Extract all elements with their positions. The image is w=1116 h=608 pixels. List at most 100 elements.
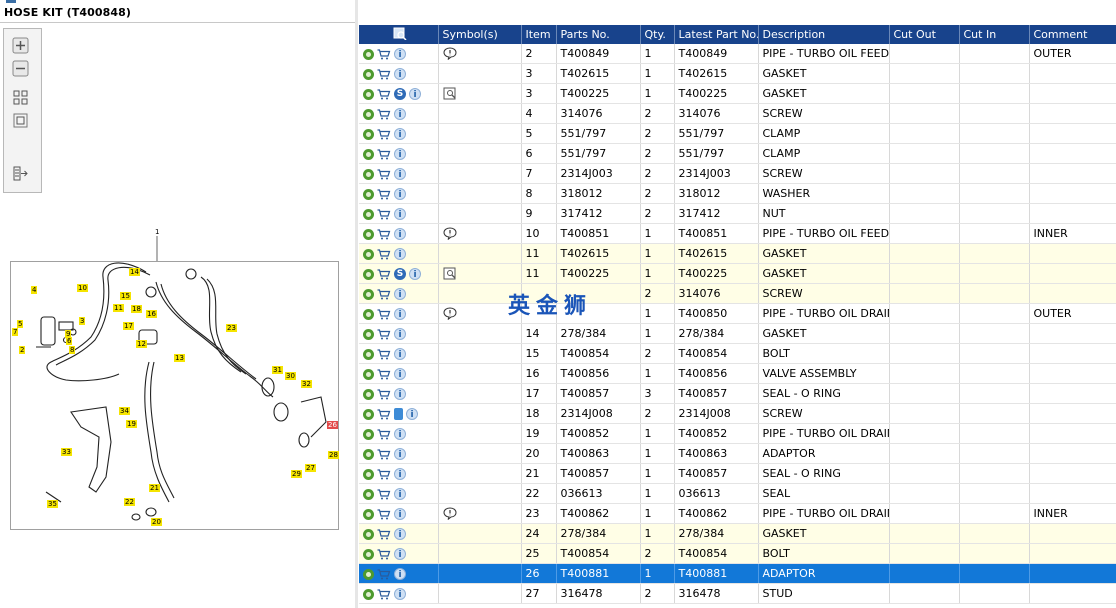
gear-icon[interactable] bbox=[363, 488, 374, 500]
table-row[interactable]: i 2 T400849 1 T400849 PIPE - TURBO OIL FEED OU… bbox=[359, 44, 1116, 64]
info-icon[interactable]: i bbox=[394, 448, 406, 460]
column-header-item[interactable]: Item bbox=[521, 25, 557, 44]
info-icon[interactable]: i bbox=[394, 508, 406, 520]
gear-icon[interactable] bbox=[363, 528, 374, 540]
table-row[interactable]: i 2 314076 SCREW bbox=[359, 283, 1116, 304]
gear-icon[interactable] bbox=[363, 228, 374, 240]
cart-icon[interactable] bbox=[377, 448, 391, 460]
gear-icon[interactable] bbox=[363, 208, 374, 220]
callout-label-selected[interactable]: 26 bbox=[327, 421, 338, 429]
cart-icon[interactable] bbox=[377, 188, 391, 200]
gear-icon[interactable] bbox=[363, 88, 374, 100]
table-row[interactable]: i 23 T400862 1 T400862 PIPE - TURBO OIL DRAIN… bbox=[359, 503, 1116, 524]
table-row[interactable]: i 26 T400881 1 T400881 ADAPTOR bbox=[359, 563, 1116, 584]
cart-icon[interactable] bbox=[377, 588, 391, 600]
gear-icon[interactable] bbox=[363, 468, 374, 480]
gear-icon[interactable] bbox=[363, 328, 374, 340]
info-icon[interactable]: i bbox=[394, 288, 406, 300]
cart-icon[interactable] bbox=[377, 148, 391, 160]
callout-label[interactable]: 3 bbox=[79, 317, 86, 325]
callout-label[interactable]: 14 bbox=[129, 268, 140, 276]
pane-splitter[interactable] bbox=[355, 0, 358, 608]
table-row[interactable]: i 24 278/384 1 278/384 GASKET bbox=[359, 523, 1116, 544]
table-row[interactable]: i 21 T400857 1 T400857 SEAL - O RING bbox=[359, 463, 1116, 484]
table-row[interactable]: i 14 278/384 1 278/384 GASKET bbox=[359, 323, 1116, 344]
callout-label[interactable]: 30 bbox=[285, 372, 296, 380]
gear-icon[interactable] bbox=[363, 128, 374, 140]
info-icon[interactable]: i bbox=[394, 248, 406, 260]
gear-icon[interactable] bbox=[363, 148, 374, 160]
cart-icon[interactable] bbox=[377, 548, 391, 560]
gear-icon[interactable] bbox=[363, 428, 374, 440]
column-header-comment[interactable]: Comment bbox=[1029, 25, 1116, 44]
callout-label[interactable]: 5 bbox=[17, 320, 24, 328]
callout-label[interactable]: 23 bbox=[226, 324, 237, 332]
gear-icon[interactable] bbox=[363, 448, 374, 460]
table-row[interactable]: Si 3 T400225 1 T400225 GASKET bbox=[359, 83, 1116, 104]
callout-label[interactable]: 10 bbox=[77, 284, 88, 292]
gear-icon[interactable] bbox=[363, 268, 374, 280]
cart-icon[interactable] bbox=[377, 228, 391, 240]
table-row[interactable]: i 5 551/797 2 551/797 CLAMP bbox=[359, 123, 1116, 144]
gear-icon[interactable] bbox=[363, 408, 374, 420]
gear-icon[interactable] bbox=[363, 108, 374, 120]
cart-icon[interactable] bbox=[377, 268, 391, 280]
table-row[interactable]: i 15 T400854 2 T400854 BOLT bbox=[359, 343, 1116, 364]
table-row[interactable]: i 3 T402615 1 T402615 GASKET bbox=[359, 63, 1116, 84]
callout-label[interactable]: 12 bbox=[136, 340, 147, 348]
info-icon[interactable]: i bbox=[394, 308, 406, 320]
callout-label[interactable]: 2 bbox=[19, 346, 26, 354]
callout-label[interactable]: 32 bbox=[301, 380, 312, 388]
info-icon[interactable]: i bbox=[394, 588, 406, 600]
table-row[interactable]: i 10 T400851 1 T400851 PIPE - TURBO OIL FEED I… bbox=[359, 223, 1116, 244]
callout-label[interactable]: 11 bbox=[113, 304, 124, 312]
info-icon[interactable]: i bbox=[394, 548, 406, 560]
supersession-icon[interactable]: S bbox=[394, 88, 406, 100]
info-icon[interactable]: i bbox=[394, 188, 406, 200]
gear-icon[interactable] bbox=[363, 388, 374, 400]
callout-label[interactable]: 13 bbox=[174, 354, 185, 362]
info-icon[interactable]: i bbox=[409, 88, 421, 100]
info-icon[interactable]: i bbox=[394, 488, 406, 500]
info-icon[interactable]: i bbox=[394, 168, 406, 180]
table-row[interactable]: i 4 314076 2 314076 SCREW bbox=[359, 103, 1116, 124]
table-row[interactable]: i 8 318012 2 318012 WASHER bbox=[359, 183, 1116, 204]
table-row[interactable]: i 17 T400857 3 T400857 SEAL - O RING bbox=[359, 383, 1116, 404]
callout-label[interactable]: 33 bbox=[61, 448, 72, 456]
note-bubble-icon[interactable] bbox=[442, 507, 457, 521]
cart-icon[interactable] bbox=[377, 348, 391, 360]
cart-icon[interactable] bbox=[377, 128, 391, 140]
cart-icon[interactable] bbox=[377, 528, 391, 540]
callout-label[interactable]: 29 bbox=[291, 470, 302, 478]
table-row[interactable]: i 22 036613 1 036613 SEAL bbox=[359, 483, 1116, 504]
note-bubble-icon[interactable] bbox=[442, 47, 457, 61]
table-row[interactable]: i 1 T400850 PIPE - TURBO OIL DRAIN OUTER bbox=[359, 303, 1116, 324]
gear-icon[interactable] bbox=[363, 168, 374, 180]
gear-icon[interactable] bbox=[363, 188, 374, 200]
cart-icon[interactable] bbox=[377, 68, 391, 80]
info-icon[interactable]: i bbox=[394, 368, 406, 380]
cart-icon[interactable] bbox=[377, 488, 391, 500]
info-icon[interactable]: i bbox=[406, 408, 418, 420]
cart-icon[interactable] bbox=[377, 408, 391, 420]
callout-label[interactable]: 21 bbox=[149, 484, 160, 492]
info-icon[interactable]: i bbox=[409, 268, 421, 280]
gear-icon[interactable] bbox=[363, 368, 374, 380]
cart-icon[interactable] bbox=[377, 108, 391, 120]
cart-icon[interactable] bbox=[377, 48, 391, 60]
cart-icon[interactable] bbox=[377, 88, 391, 100]
callout-label[interactable]: 31 bbox=[272, 366, 283, 374]
gear-icon[interactable] bbox=[363, 348, 374, 360]
callout-label[interactable]: 16 bbox=[146, 310, 157, 318]
table-row[interactable]: i 25 T400854 2 T400854 BOLT bbox=[359, 543, 1116, 564]
cart-icon[interactable] bbox=[377, 508, 391, 520]
callout-label[interactable]: 15 bbox=[120, 292, 131, 300]
column-header-symbols[interactable]: Symbol(s) bbox=[438, 25, 522, 44]
column-header-cut-out[interactable]: Cut Out bbox=[889, 25, 960, 44]
cart-icon[interactable] bbox=[377, 168, 391, 180]
info-icon[interactable]: i bbox=[394, 568, 406, 580]
table-row[interactable]: i 9 317412 2 317412 NUT bbox=[359, 203, 1116, 224]
table-row[interactable]: i 11 T402615 1 T402615 GASKET bbox=[359, 243, 1116, 264]
cart-icon[interactable] bbox=[377, 308, 391, 320]
gear-icon[interactable] bbox=[363, 568, 374, 580]
